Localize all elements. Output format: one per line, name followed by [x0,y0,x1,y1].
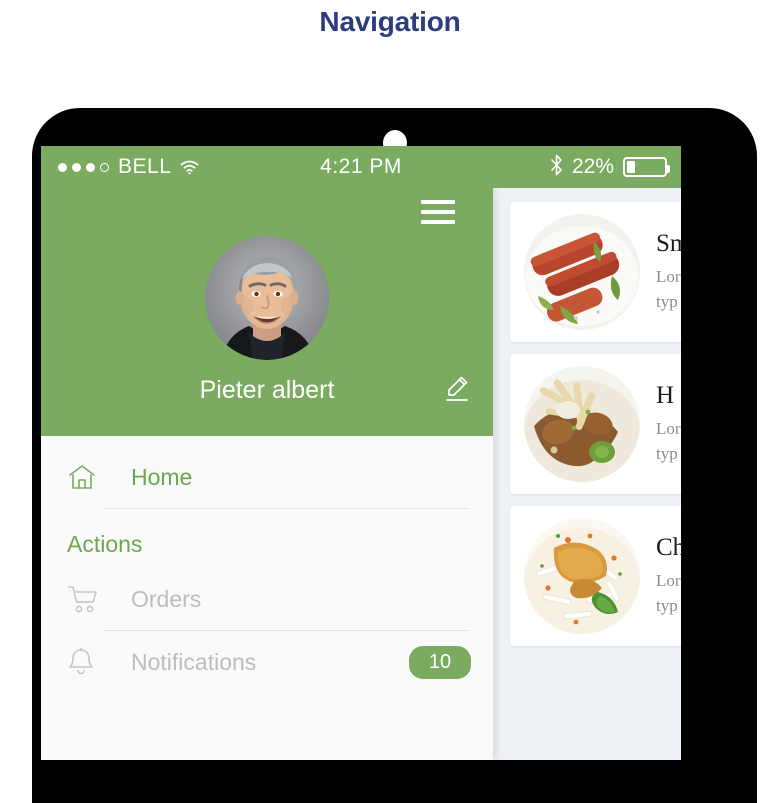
card-text-line2: typ [656,596,678,616]
navigation-drawer: Pieter albert Home Actions Orders Notifi… [41,188,493,760]
card-title: H [656,381,675,409]
hamburger-menu-icon[interactable] [421,200,455,224]
card-text-line1: Lor [656,419,681,439]
card-list: Sm Lor typ H Lor typ Ch Lor typ [510,202,681,658]
status-bar-time: 4:21 PM [320,155,402,178]
status-badge: 10 [409,645,471,679]
profile-name: Pieter albert [199,376,335,404]
card-text-line1: Lor [656,267,681,287]
page-title: Navigation [319,6,461,37]
card-body: H Lor typ [640,382,681,466]
sidebar-item-home[interactable]: Home [41,446,493,508]
sidebar-item-label: Orders [131,585,202,612]
menu-section-label: Actions [67,531,143,557]
list-item[interactable]: Ch Lor typ [510,506,681,646]
phone-screen: Sm Lor typ H Lor typ Ch Lor typ Pieter a… [41,146,681,760]
card-body: Ch Lor typ [640,534,681,618]
sidebar-item-label: Home [131,463,193,490]
card-body: Sm Lor typ [640,230,681,314]
sidebar-item-orders[interactable]: Orders [41,568,493,630]
sidebar-item-label: Notifications [131,648,257,675]
avatar[interactable] [205,236,329,360]
card-text-line1: Lor [656,571,681,591]
sidebar-item-notifications[interactable]: Notifications 10 [41,631,493,693]
food-hash-photo [524,366,640,482]
card-text-line2: typ [656,444,678,464]
drawer-menu: Home Actions Orders Notifications 10 [41,436,493,693]
drawer-header: Pieter albert [41,188,493,436]
pencil-edit-icon[interactable] [443,374,471,402]
card-title: Sm [656,229,681,257]
list-item[interactable]: H Lor typ [510,354,681,494]
battery-fill [627,161,635,173]
screenshot-stage: Navigation Sm Lor typ H Lor typ Ch Lor t… [0,0,780,803]
battery-icon [623,157,670,177]
home-icon [67,463,103,491]
food-chicken-biryani-photo [524,518,640,634]
status-bar: BELL 4:21 PM 22% [41,146,681,188]
food-salmon-rolls-photo [524,214,640,330]
card-title: Ch [656,533,681,561]
card-text-line2: typ [656,292,678,312]
list-item[interactable]: Sm Lor typ [510,202,681,342]
shopping-cart-icon [67,584,103,614]
bell-icon [67,647,103,677]
